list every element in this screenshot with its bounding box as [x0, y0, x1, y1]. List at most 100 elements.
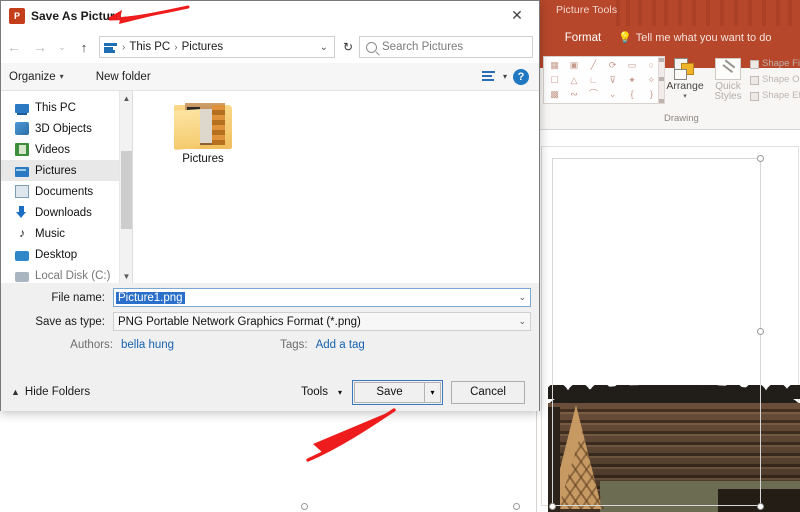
file-name-value: Picture1.png — [116, 291, 185, 304]
sidebar-item-label: Pictures — [35, 164, 77, 177]
tags-value[interactable]: Add a tag — [316, 339, 365, 351]
tools-button[interactable]: Tools ▾ — [299, 386, 344, 398]
file-list-pane[interactable]: Pictures — [132, 91, 539, 283]
shapes-gallery-scrollbar[interactable] — [658, 56, 665, 104]
dialog-title-bar[interactable]: P Save As Picture ✕ — [1, 1, 539, 31]
selection-edge-top — [552, 158, 760, 159]
sidebar-item-this-pc[interactable]: This PC — [1, 97, 119, 118]
help-icon[interactable]: ? — [513, 68, 529, 85]
chevron-down-icon[interactable]: ⌄ — [518, 292, 526, 303]
save-button[interactable]: Save — [354, 381, 424, 403]
shape-icon[interactable]: ▩ — [545, 87, 564, 102]
selection-handle-bottom-center[interactable] — [513, 503, 520, 510]
shape-effects-button[interactable]: Shape Effects — [750, 88, 800, 104]
new-folder-button[interactable]: New folder — [88, 66, 159, 88]
selection-handle-bottom-right[interactable] — [757, 503, 764, 510]
sidebar-item-downloads[interactable]: Downloads — [1, 202, 119, 223]
chevron-down-icon: ▾ — [59, 72, 64, 81]
sidebar-item-desktop[interactable]: Desktop — [1, 244, 119, 265]
sidebar-item-label: Local Disk (C:) — [35, 269, 111, 282]
shape-triangle-icon[interactable]: △ — [564, 73, 583, 88]
forward-button[interactable]: → — [27, 35, 53, 59]
close-icon[interactable]: ✕ — [495, 1, 539, 30]
breadcrumb-pictures[interactable]: Pictures — [182, 41, 224, 53]
navigation-pane-scrollbar[interactable]: ▲ ▼ — [119, 91, 133, 283]
authors-value[interactable]: bella hung — [121, 339, 174, 351]
tell-me-search[interactable]: 💡 Tell me what you want to do — [618, 28, 771, 48]
back-button[interactable]: ← — [1, 35, 27, 59]
arrange-button[interactable]: Arrange ▾ — [666, 56, 704, 110]
sidebar-item-music[interactable]: ♪ Music — [1, 223, 119, 244]
powerpoint-icon: P — [9, 8, 25, 24]
shape-options-group: Shape Fill Shape Outline Shape Effects — [750, 56, 800, 104]
shape-icon[interactable]: ▦ — [545, 58, 564, 73]
shape-icon[interactable]: ∾ — [564, 87, 583, 102]
sidebar-item-3d-objects[interactable]: 3D Objects — [1, 118, 119, 139]
tags-label: Tags: — [280, 339, 308, 351]
list-item[interactable]: Pictures — [159, 101, 247, 165]
shape-line-icon[interactable]: ╱ — [584, 58, 603, 73]
address-bar[interactable]: › This PC › Pictures ⌄ — [99, 36, 335, 58]
folder-icon — [174, 101, 232, 150]
hut-corner-post — [548, 407, 560, 512]
tab-format[interactable]: Format — [560, 28, 606, 49]
shapes-gallery[interactable]: ▦ ▣ ╱ ⟳ ▭ ○ ☐ △ ∟ ⊽ ✦ ✧ ▩ ∾ ⌒ ⌄ { } — [543, 56, 663, 104]
cancel-button[interactable]: Cancel — [451, 380, 525, 404]
selected-picture[interactable] — [548, 385, 800, 512]
sidebar-item-label: Videos — [35, 143, 70, 156]
hide-folders-label: Hide Folders — [24, 386, 91, 398]
view-layout-icon[interactable] — [481, 70, 497, 83]
shape-rect-icon[interactable]: ▭ — [622, 58, 641, 73]
save-as-picture-dialog[interactable]: P Save As Picture ✕ ← → ⌄ ↑ › This PC › … — [0, 0, 540, 411]
chevron-down-icon[interactable]: ▾ — [503, 72, 507, 81]
arrange-label: Arrange — [666, 80, 704, 92]
save-split-button[interactable]: Save ▾ — [352, 379, 443, 405]
dialog-navigation-bar: ← → ⌄ ↑ › This PC › Pictures ⌄ ↻ Search … — [1, 31, 539, 63]
selection-handle-bottom-left[interactable] — [549, 503, 556, 510]
sidebar-item-videos[interactable]: Videos — [1, 139, 119, 160]
navigation-pane[interactable]: This PC 3D Objects Videos Pictures Docum… — [1, 91, 119, 283]
file-name-row: File name: Picture1.png ⌄ — [1, 287, 539, 308]
shape-outline-button[interactable]: Shape Outline — [750, 72, 800, 88]
shape-icon[interactable]: ⊽ — [603, 73, 622, 88]
scrollbar-thumb[interactable] — [121, 151, 132, 229]
save-as-type-select[interactable]: PNG Portable Network Graphics Format (*.… — [113, 312, 531, 331]
hide-folders-button[interactable]: ▲ Hide Folders — [11, 386, 90, 398]
file-name-input[interactable]: Picture1.png ⌄ — [113, 288, 531, 307]
3d-objects-icon — [15, 122, 29, 135]
chevron-down-icon[interactable]: ⌄ — [518, 316, 526, 327]
save-as-type-row: Save as type: PNG Portable Network Graph… — [1, 311, 539, 332]
shape-icon[interactable]: ∟ — [584, 73, 603, 88]
shape-star-icon[interactable]: ✦ — [622, 73, 641, 88]
recent-locations-button[interactable]: ⌄ — [53, 35, 71, 59]
shape-fill-icon — [750, 59, 759, 69]
selection-handle-middle-right[interactable] — [757, 328, 764, 335]
sidebar-item-pictures[interactable]: Pictures — [1, 160, 119, 181]
sidebar-item-label: This PC — [35, 101, 76, 114]
refresh-icon[interactable]: ↻ — [337, 36, 359, 58]
shape-fill-button[interactable]: Shape Fill — [750, 56, 800, 72]
shape-arc-icon[interactable]: ⟳ — [603, 58, 622, 73]
shape-curve-icon[interactable]: ⌒ — [584, 87, 603, 102]
sidebar-item-local-disk[interactable]: Local Disk (C:) — [1, 265, 119, 283]
breadcrumb-this-pc[interactable]: This PC — [129, 41, 170, 53]
shape-icon[interactable]: ▣ — [564, 58, 583, 73]
shape-icon[interactable]: ☐ — [545, 73, 564, 88]
save-dropdown-button[interactable]: ▾ — [424, 381, 441, 403]
chevron-down-icon[interactable]: ▾ — [666, 92, 704, 100]
selection-handle-bottom-left-outer[interactable] — [301, 503, 308, 510]
screenshot-root: { "powerpoint": { "contextual_tab_group"… — [0, 0, 800, 512]
up-button[interactable]: ↑ — [71, 35, 97, 59]
chevron-down-icon[interactable]: ⌄ — [320, 42, 330, 53]
shape-brace-icon[interactable]: { — [622, 87, 641, 102]
organize-button[interactable]: Organize ▾ — [1, 66, 72, 88]
videos-icon — [15, 143, 29, 156]
selection-handle-top-right[interactable] — [757, 155, 764, 162]
quick-styles-button[interactable]: Quick Styles — [708, 56, 748, 110]
lightbulb-icon: 💡 — [618, 32, 632, 44]
sidebar-item-documents[interactable]: Documents — [1, 181, 119, 202]
search-input[interactable]: Search Pictures — [359, 36, 533, 58]
shape-icon[interactable]: ⌄ — [603, 87, 622, 102]
sidebar-item-label: Desktop — [35, 248, 78, 261]
chevron-up-icon: ▲ — [11, 387, 20, 397]
